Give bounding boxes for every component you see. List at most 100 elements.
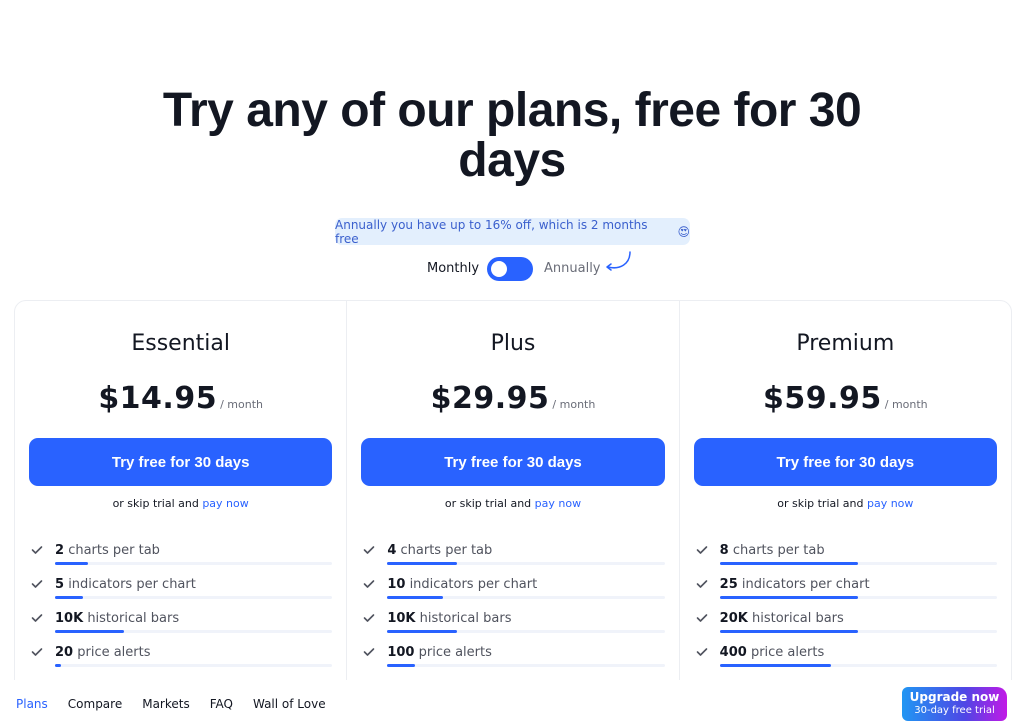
feature-item: 20K historical bars xyxy=(694,609,997,643)
plans-container: Essential $14.95/ month Try free for 30 … xyxy=(14,300,1012,728)
plan-price: $59.95 xyxy=(762,381,882,416)
feature-item: 10 indicators per chart xyxy=(361,575,665,609)
feature-item: 10K historical bars xyxy=(361,609,665,643)
pay-now-link[interactable]: pay now xyxy=(535,497,581,510)
nav-link-plans[interactable]: Plans xyxy=(16,697,48,711)
feature-label: price alerts xyxy=(77,645,151,660)
skip-trial-label: or skip trial and xyxy=(112,497,199,510)
feature-label: historical bars xyxy=(87,611,180,626)
feature-value: 10K xyxy=(387,611,416,626)
feature-level-bar xyxy=(719,664,997,667)
feature-text: 2 charts per tab xyxy=(55,543,160,558)
check-icon xyxy=(696,580,707,588)
feature-value: 20K xyxy=(719,611,748,626)
feature-label: charts per tab xyxy=(732,543,825,558)
feature-label: indicators per chart xyxy=(741,577,870,592)
feature-item: 10K historical bars xyxy=(29,609,333,643)
feature-label: historical bars xyxy=(751,611,844,626)
feature-item: 400 price alerts xyxy=(694,643,997,677)
feature-item: 8 charts per tab xyxy=(694,541,997,575)
feature-level-fill xyxy=(55,562,89,565)
plan-card-plus: Plus $29.95/ month Try free for 30 days … xyxy=(347,301,680,728)
plan-price-row: $29.95/ month xyxy=(347,381,678,416)
upgrade-subtitle: 30-day free trial xyxy=(914,705,995,716)
feature-level-fill xyxy=(387,562,457,565)
feature-list: 4 charts per tab 10 indicators per chart 1… xyxy=(361,541,665,677)
feature-level-fill xyxy=(719,664,831,667)
nav-link-faq[interactable]: FAQ xyxy=(210,697,233,711)
plan-price-row: $59.95/ month xyxy=(680,381,1011,416)
nav-link-wall-of-love[interactable]: Wall of Love xyxy=(253,697,326,711)
feature-value: 25 xyxy=(719,577,738,592)
feature-level-fill xyxy=(387,630,457,633)
feature-label: indicators per chart xyxy=(68,577,196,592)
check-icon xyxy=(696,648,707,656)
plan-name: Plus xyxy=(490,331,536,356)
feature-text: 4 charts per tab xyxy=(387,543,492,558)
pay-now-link[interactable]: pay now xyxy=(867,497,913,510)
plan-period: / month xyxy=(220,398,263,411)
nav-link-markets[interactable]: Markets xyxy=(142,697,190,711)
feature-text: 400 price alerts xyxy=(720,645,825,660)
feature-level-bar xyxy=(719,562,997,565)
page-title-line-2: days xyxy=(458,134,566,187)
plan-period: / month xyxy=(552,398,596,411)
plan-price: $14.95 xyxy=(98,381,218,416)
feature-level-bar xyxy=(55,630,333,633)
feature-value: 5 xyxy=(55,577,65,592)
skip-trial-text: or skip trial and pay now xyxy=(680,497,1011,510)
check-icon xyxy=(31,648,43,656)
feature-text: 100 price alerts xyxy=(387,645,492,660)
check-icon xyxy=(364,580,375,588)
skip-trial-label: or skip trial and xyxy=(777,497,864,510)
skip-trial-text: or skip trial and pay now xyxy=(347,497,678,510)
annual-discount-banner: Annually you have up to 16% off, which i… xyxy=(335,218,690,246)
feature-text: 10 indicators per chart xyxy=(387,577,537,592)
curved-arrow-icon xyxy=(606,251,631,271)
annually-label[interactable]: Annually xyxy=(544,261,601,276)
upgrade-title: Upgrade now xyxy=(909,690,1000,704)
feature-label: charts per tab xyxy=(68,543,160,558)
feature-level-fill xyxy=(387,596,443,599)
feature-level-bar xyxy=(55,664,333,667)
feature-level-bar xyxy=(387,596,665,599)
upgrade-now-button[interactable]: Upgrade now 30-day free trial xyxy=(902,687,1007,721)
nav-link-compare[interactable]: Compare xyxy=(68,697,122,711)
pay-now-link[interactable]: pay now xyxy=(202,497,248,510)
feature-value: 20 xyxy=(55,645,74,660)
feature-list: 2 charts per tab 5 indicators per chart 10… xyxy=(29,541,333,677)
try-free-button[interactable]: Try free for 30 days xyxy=(29,438,333,486)
feature-item: 20 price alerts xyxy=(29,643,333,677)
feature-level-fill xyxy=(55,630,125,633)
page-title-line-1: Try any of our plans, free for 30 xyxy=(162,84,862,137)
feature-value: 2 xyxy=(55,543,65,558)
feature-value: 8 xyxy=(719,543,729,558)
feature-label: historical bars xyxy=(419,611,512,626)
feature-text: 5 indicators per chart xyxy=(55,577,196,592)
feature-value: 4 xyxy=(387,543,397,558)
feature-level-fill xyxy=(719,630,859,633)
billing-period-toggle[interactable] xyxy=(487,257,533,281)
feature-level-bar xyxy=(55,562,333,565)
feature-value: 10K xyxy=(55,611,84,626)
feature-level-bar xyxy=(387,562,665,565)
try-free-button[interactable]: Try free for 30 days xyxy=(361,438,665,486)
feature-level-bar xyxy=(55,596,333,599)
feature-text: 20K historical bars xyxy=(720,611,844,626)
try-free-button[interactable]: Try free for 30 days xyxy=(693,438,997,486)
plan-card-essential: Essential $14.95/ month Try free for 30 … xyxy=(15,301,348,728)
feature-label: price alerts xyxy=(418,645,492,660)
plan-name: Premium xyxy=(796,331,895,356)
feature-text: 8 charts per tab xyxy=(720,543,825,558)
feature-label: indicators per chart xyxy=(409,577,538,592)
monthly-label[interactable]: Monthly xyxy=(427,261,479,276)
feature-level-bar xyxy=(719,630,997,633)
feature-level-fill xyxy=(55,596,83,599)
plan-period: / month xyxy=(884,398,928,411)
feature-text: 20 price alerts xyxy=(55,645,151,660)
bottom-nav-bar: Plans Compare Markets FAQ Wall of Love Upgra… xyxy=(0,680,1024,728)
feature-item: 5 indicators per chart xyxy=(29,575,333,609)
page-title: Try any of our plans, free for 30 days xyxy=(0,86,1024,186)
feature-value: 100 xyxy=(387,645,415,660)
feature-text: 10K historical bars xyxy=(387,611,511,626)
